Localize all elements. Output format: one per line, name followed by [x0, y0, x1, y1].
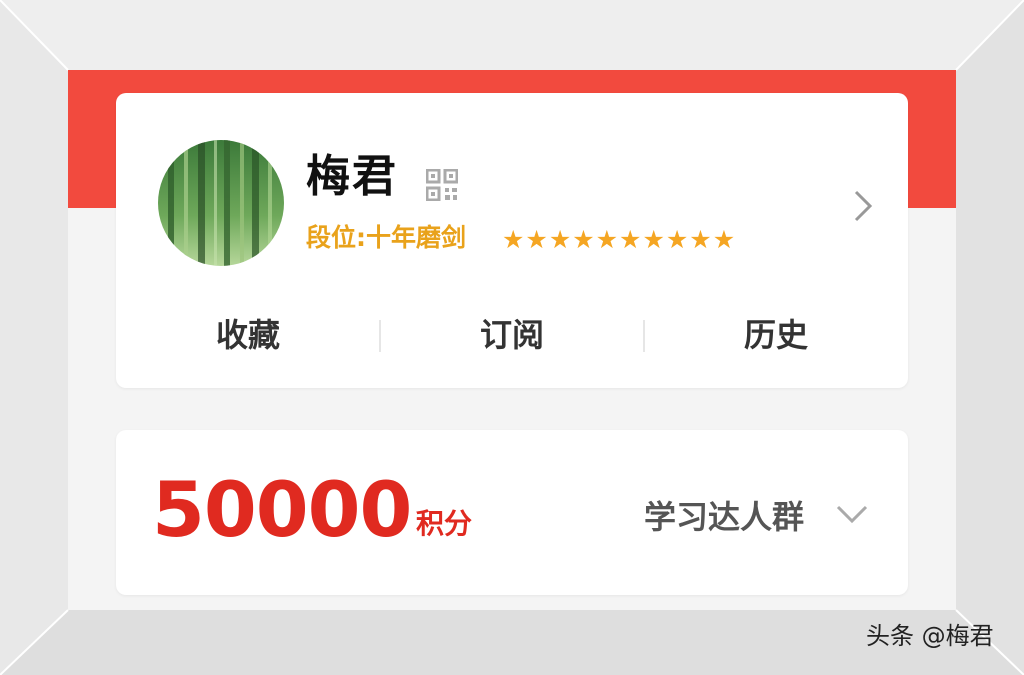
tab-favorites[interactable]: 收藏: [116, 298, 380, 368]
username: 梅君: [306, 151, 398, 202]
avatar[interactable]: [158, 140, 284, 266]
group-selector-label[interactable]: 学习达人群: [644, 498, 804, 536]
app-screen: 梅君 段位:十年磨剑 ★★★★★★★★★★ 收藏 订阅 历史 50000 积分 …: [68, 70, 956, 610]
profile-tabs: 收藏 订阅 历史: [116, 298, 908, 368]
points-unit: 积分: [416, 507, 473, 540]
qr-code-icon[interactable]: [426, 169, 458, 201]
rank-stars-icon: ★★★★★★★★★★: [502, 225, 737, 254]
chevron-down-icon[interactable]: [834, 502, 870, 526]
tab-history[interactable]: 历史: [644, 298, 908, 368]
chevron-right-icon[interactable]: [851, 188, 875, 224]
tab-subscriptions[interactable]: 订阅: [380, 298, 644, 368]
watermark: 头条 @梅君: [866, 622, 994, 650]
rank-label: 段位:十年磨剑: [306, 223, 466, 252]
points-card: 50000 积分 学习达人群: [116, 430, 908, 595]
bamboo-avatar-image: [158, 140, 284, 266]
profile-card[interactable]: 梅君 段位:十年磨剑 ★★★★★★★★★★ 收藏 订阅 历史: [116, 93, 908, 388]
points-value: 50000: [152, 465, 412, 554]
